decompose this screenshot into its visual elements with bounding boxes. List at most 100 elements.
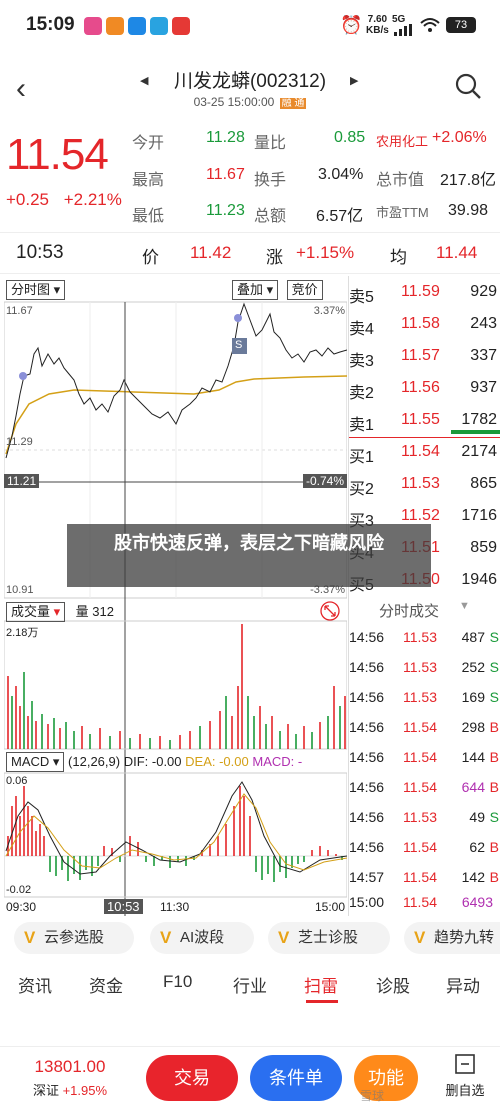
status-time: 15:09	[26, 14, 75, 35]
ticks-header[interactable]: 分时成交 ▼	[349, 598, 500, 620]
industry-change: +2.06%	[432, 129, 487, 146]
remove-label: 删自选	[445, 1083, 485, 1098]
cursor-avg-label: 均	[390, 248, 407, 267]
signal-icon	[394, 24, 412, 36]
cursor-chg: +1.15%	[296, 243, 355, 262]
book-row-ask1: 卖1 11.55 1782	[349, 404, 500, 436]
tick-row: 14:56 11.53 49 S	[349, 809, 499, 825]
y-mid-label: 11.29	[6, 436, 33, 448]
order-book: 卖5 11.59 929 卖4 11.58 243 卖3 11.57 337 卖2 11.56…	[348, 276, 500, 916]
quote-label: 量比	[254, 135, 287, 152]
remove-icon	[455, 1054, 475, 1074]
macd-bot-label: -0.02	[6, 884, 32, 896]
y-top-label: 11.67	[6, 305, 33, 317]
macd-histogram	[7, 786, 343, 882]
index-name: 深证	[32, 1083, 59, 1098]
ticks-title: 分时成交	[379, 603, 440, 620]
volume-value: 量 312	[75, 604, 114, 619]
y-bot-label: 10.91	[6, 584, 34, 596]
trade-button[interactable]: 交易	[146, 1055, 238, 1101]
x-cursor-tag: 10:53	[104, 899, 143, 914]
x-end-label: 15:00	[314, 900, 345, 914]
watermark: 雪球	[360, 1089, 385, 1103]
tab-diagnose[interactable]: 诊股	[376, 972, 410, 997]
tick-row: 15:00 11.54 6493	[349, 894, 493, 910]
quote-label: 最高	[132, 172, 165, 189]
app-icon	[128, 17, 146, 35]
macd-dea: DEA: -0.00	[185, 754, 249, 769]
pill-trend[interactable]: V 趋势九转	[404, 922, 500, 954]
tab-news[interactable]: 资讯	[18, 972, 52, 997]
cursor-pct-tag: -0.74%	[302, 474, 347, 488]
macd-top-label: 0.06	[6, 775, 28, 787]
pill-stock-picker[interactable]: V 云参选股	[14, 922, 134, 954]
feature-pills: V 云参选股 V AI波段 V 芝士诊股 V 趋势九转	[0, 922, 500, 954]
cursor-time: 10:53	[16, 242, 64, 263]
indicator-select[interactable]: 成交量 ▾	[6, 602, 66, 622]
macd-select[interactable]: MACD ▾	[6, 752, 65, 772]
s-marker-label: S	[235, 339, 243, 351]
app-icon	[106, 17, 124, 35]
news-caption-overlay: 股市快速反弹，表层之下暗藏风险	[67, 524, 431, 587]
fullscreen-icon[interactable]	[318, 601, 342, 621]
tab-f10[interactable]: F10	[163, 972, 192, 992]
quote-value: 11.23	[206, 202, 245, 219]
quote-datetime: 03-25 15:00:00	[193, 95, 275, 109]
tick-row: 14:56 11.54 644 B	[349, 779, 499, 795]
quote-label: 市盈TTM	[376, 205, 429, 220]
quote-value: 39.98	[448, 202, 489, 219]
stock-header: ‹ ◀ 川发龙蟒(002312) ▶ 03-25 15:00:00 融 通	[0, 52, 500, 120]
pill-diagnose[interactable]: V 芝士诊股	[268, 922, 390, 954]
cursor-price-label: 价	[142, 248, 159, 267]
quote-value: 3.04%	[318, 166, 364, 183]
macd-params: (12,26,9)	[68, 754, 121, 769]
condition-order-button[interactable]: 条件单	[250, 1055, 342, 1101]
marker-dot	[234, 314, 242, 322]
ask-depth-bar	[451, 430, 500, 434]
volume-bars	[7, 624, 346, 749]
book-row-ask4: 卖4 11.58 243	[349, 315, 497, 338]
net-speed: 7.60	[367, 14, 388, 25]
tick-row: 14:56 11.53 252 S	[349, 659, 499, 675]
book-row-ask3: 卖3 11.57 337	[349, 347, 497, 370]
stock-title: 川发龙蟒(002312)	[173, 71, 327, 92]
quote-label: 最低	[132, 208, 165, 225]
quote-value: 11.28	[206, 129, 245, 146]
index-change: +1.95%	[62, 1083, 108, 1098]
quote-value: 217.8亿	[440, 172, 497, 189]
index-value: 13801.00	[34, 1057, 106, 1076]
macd-dif: DIF: -0.00	[123, 754, 182, 769]
margin-badge: 融 通	[279, 98, 307, 109]
current-price: 11.54	[6, 130, 109, 179]
tick-row: 14:57 11.54 142 B	[349, 869, 499, 885]
alarm-icon: ⏰	[340, 15, 363, 35]
pill-ai-wave[interactable]: V AI波段	[150, 922, 254, 954]
next-stock-icon[interactable]: ▶	[350, 74, 358, 87]
quote-value: 11.67	[206, 166, 245, 183]
chevron-down-icon: ▼	[459, 600, 470, 612]
tab-funds[interactable]: 资金	[89, 972, 123, 997]
tick-row: 14:56 11.54 298 B	[349, 719, 499, 735]
cursor-price-tag: 11.21	[4, 474, 40, 488]
cursor-info-bar: 10:53 价 11.42 涨 +1.15% 均 11.44	[0, 232, 500, 274]
quote-value: 0.85	[334, 129, 366, 146]
tick-row: 14:56 11.53 487 S	[349, 629, 499, 645]
index-ticker[interactable]: 13801.00 深证 +1.95%	[0, 1057, 140, 1099]
tab-risk-scan[interactable]: 扫雷	[304, 972, 338, 997]
app-icon	[172, 17, 190, 35]
industry-link[interactable]: 农用化工	[376, 131, 428, 150]
book-row-ask2: 卖2 11.56 937	[349, 379, 497, 402]
book-row-ask5: 卖5 11.59 929	[349, 283, 497, 306]
remove-watchlist-button[interactable]: 删自选	[430, 1053, 500, 1099]
tab-industry[interactable]: 行业	[233, 972, 267, 997]
tab-movement[interactable]: 异动	[446, 972, 480, 997]
intraday-chart[interactable]: 分时图 ▾ 叠加 ▾ 竞价 11.67 3.37% 11.29 10.91 -3…	[4, 276, 347, 916]
cursor-chg-label: 涨	[266, 248, 283, 267]
quote-value: 6.57亿	[316, 208, 364, 225]
search-icon[interactable]	[454, 72, 482, 100]
price-change: +0.25	[6, 190, 50, 209]
marker-dot	[19, 372, 27, 380]
cursor-avg: 11.44	[436, 243, 478, 262]
cursor-price: 11.42	[190, 243, 232, 262]
app-icon	[84, 17, 102, 35]
